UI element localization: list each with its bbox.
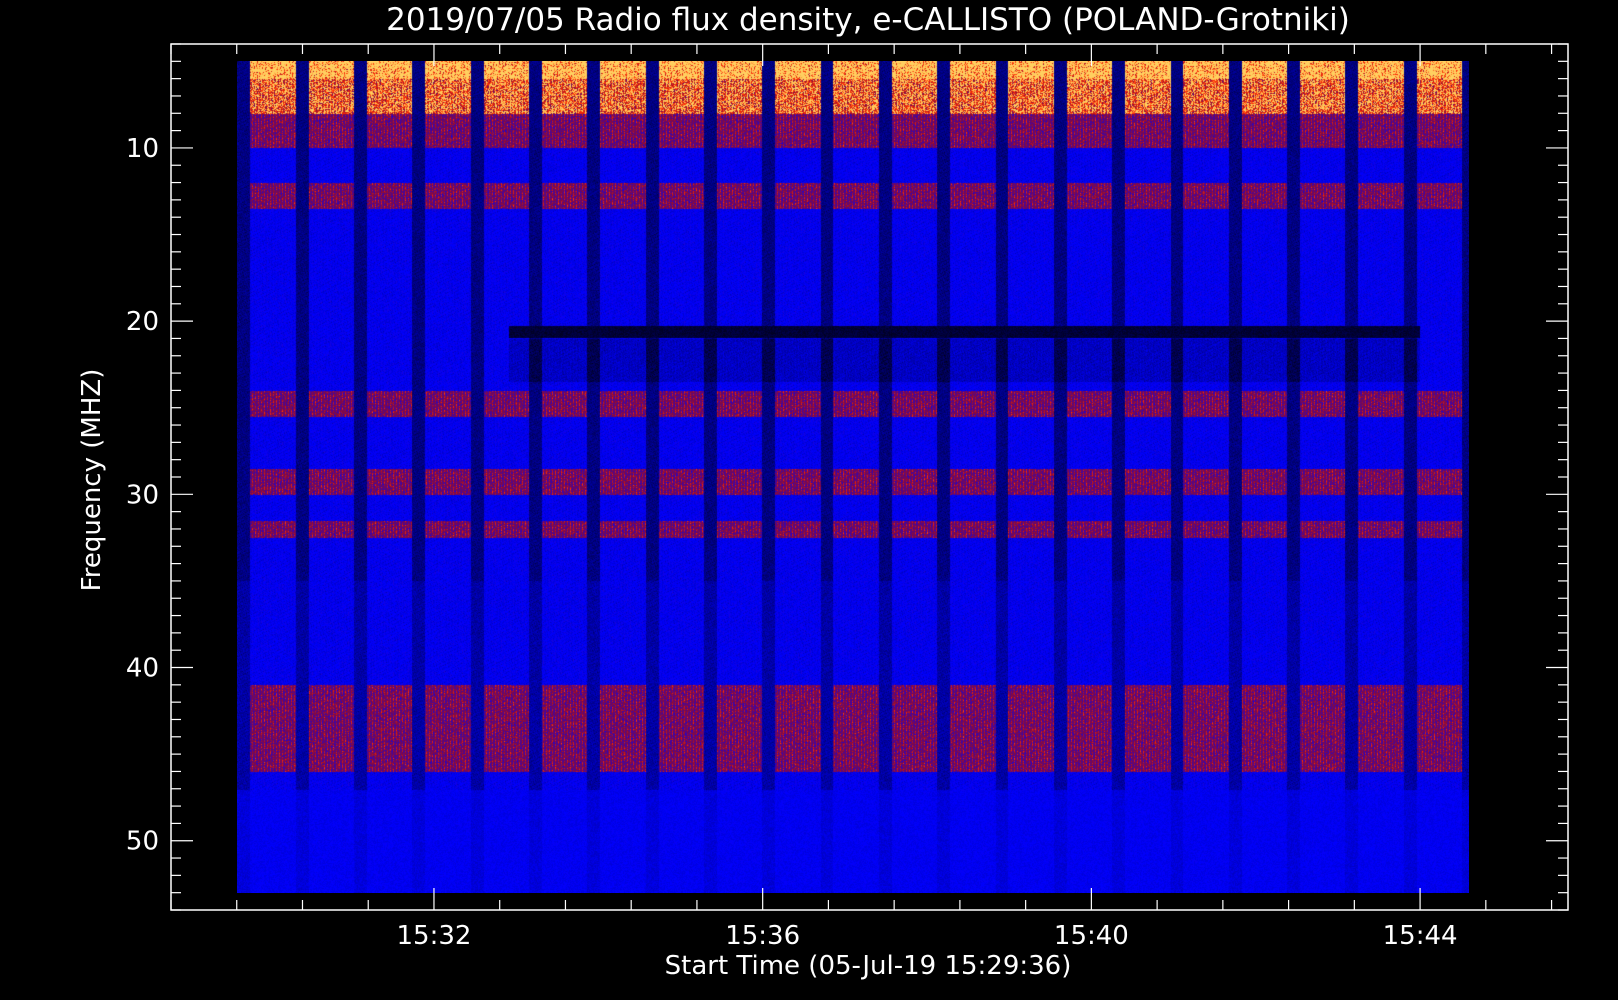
y-tick-label: 50 xyxy=(126,827,159,857)
x-axis-label: Start Time (05-Jul-19 15:29:36) xyxy=(665,951,1072,981)
x-tick-label: 15:36 xyxy=(725,921,800,951)
spectrogram-plot-area xyxy=(237,61,1469,893)
y-tick-label: 10 xyxy=(126,134,159,164)
y-axis-label: Frequency (MHZ) xyxy=(77,369,107,592)
x-tick-label: 15:44 xyxy=(1383,921,1458,951)
spectrogram-chart: 2019/07/05 Radio flux density, e-CALLIST… xyxy=(77,2,1569,981)
y-tick-label: 20 xyxy=(126,307,159,337)
chart-title: 2019/07/05 Radio flux density, e-CALLIST… xyxy=(386,2,1350,38)
x-tick-label: 15:40 xyxy=(1054,921,1129,951)
y-tick-label: 40 xyxy=(126,654,159,684)
spectrogram-image xyxy=(237,61,1469,893)
x-tick-label: 15:32 xyxy=(396,921,471,951)
y-tick-label: 30 xyxy=(126,480,159,510)
